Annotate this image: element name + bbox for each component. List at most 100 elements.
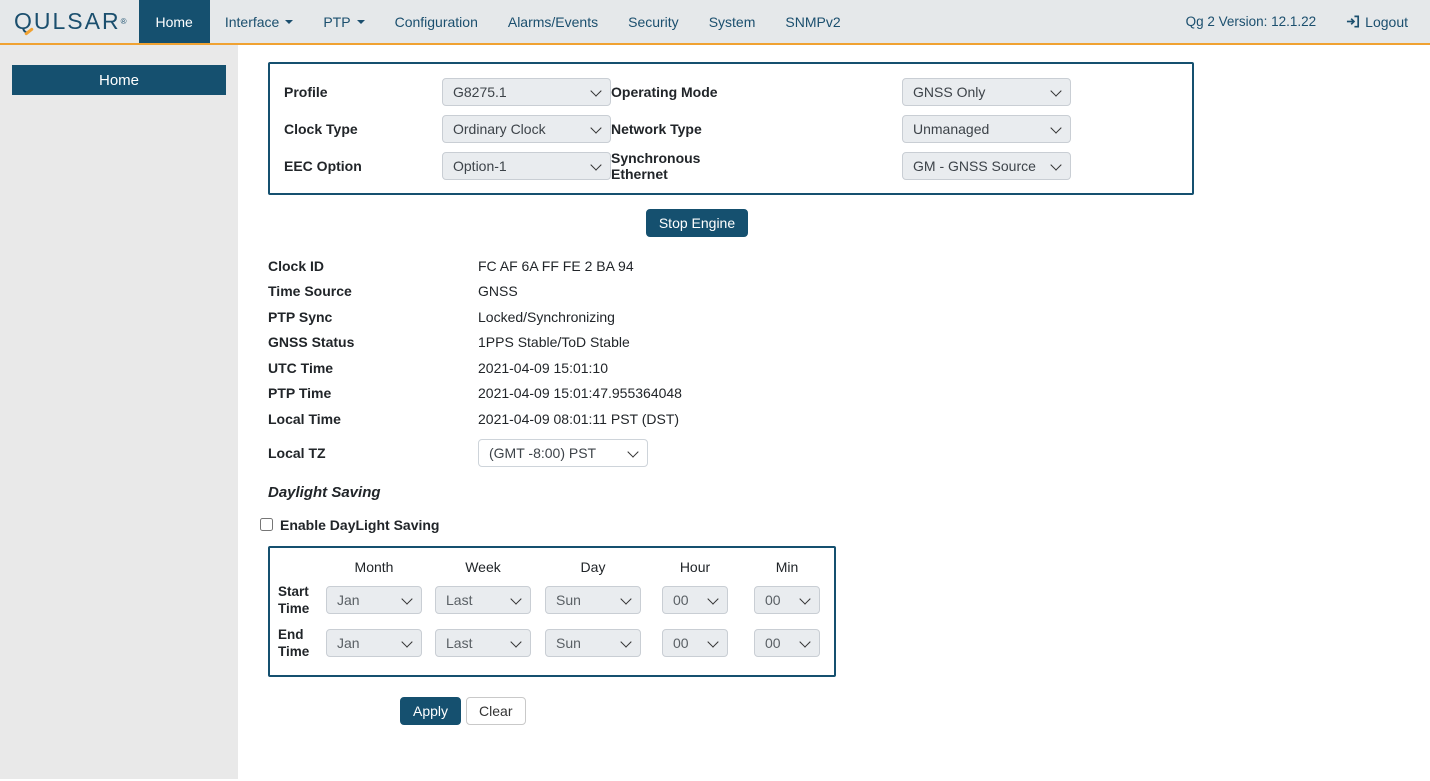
clock-id-label: Clock ID: [268, 258, 478, 274]
page-layout: Home Profile G8275.1 Operating Mode GNSS…: [0, 45, 1430, 779]
local-tz-label: Local TZ: [268, 445, 478, 461]
end-month-select[interactable]: Jan: [326, 629, 422, 657]
nav-item-ptp[interactable]: PTP: [308, 0, 379, 43]
local-time-value: 2021-04-09 08:01:11 PST (DST): [478, 411, 679, 427]
profile-select-wrap: G8275.1: [442, 78, 611, 106]
device-version-label: Qg 2 Version: 12.1.22: [1186, 14, 1317, 29]
network-type-select-wrap: Unmanaged: [902, 115, 1071, 143]
apply-button[interactable]: Apply: [400, 697, 461, 725]
gnss-status-value: 1PPS Stable/ToD Stable: [478, 334, 630, 350]
logout-button[interactable]: Logout: [1346, 14, 1408, 30]
nav-item-configuration[interactable]: Configuration: [380, 0, 493, 43]
profile-label: Profile: [284, 84, 442, 100]
nav-item-security[interactable]: Security: [613, 0, 694, 43]
logo-q-glyph: Q: [14, 8, 34, 35]
status-list: Clock ID FC AF 6A FF FE 2 BA 94 Time Sou…: [268, 253, 1430, 468]
sidebar: Home: [0, 45, 238, 779]
gnss-status-label: GNSS Status: [268, 334, 478, 350]
end-hour-select[interactable]: 00: [662, 629, 728, 657]
dst-header-row: Month Week Day Hour Min: [278, 555, 834, 579]
local-tz-select-wrap: (GMT -8:00) PST: [478, 439, 648, 467]
end-month-select-wrap: Jan: [326, 629, 422, 657]
sync-ethernet-label: Synchronous Ethernet: [611, 150, 731, 182]
end-min-select-wrap: 00: [754, 629, 820, 657]
logo-trademark: ®: [121, 17, 129, 26]
network-type-select[interactable]: Unmanaged: [902, 115, 1071, 143]
engine-config-box: Profile G8275.1 Operating Mode GNSS Only…: [268, 62, 1194, 195]
end-min-select[interactable]: 00: [754, 629, 820, 657]
start-month-select[interactable]: Jan: [326, 586, 422, 614]
chevron-down-icon: [285, 20, 293, 24]
end-time-label: EndTime: [278, 626, 326, 660]
nav-item-system[interactable]: System: [694, 0, 771, 43]
eec-option-select[interactable]: Option-1: [442, 152, 611, 180]
utc-time-label: UTC Time: [268, 360, 478, 376]
ptp-time-value: 2021-04-09 15:01:47.955364048: [478, 385, 682, 401]
logout-label: Logout: [1365, 14, 1408, 30]
start-hour-select[interactable]: 00: [662, 586, 728, 614]
status-row-clock-id: Clock ID FC AF 6A FF FE 2 BA 94: [268, 253, 1430, 279]
sidebar-item-home[interactable]: Home: [12, 65, 226, 95]
operating-mode-select-wrap: GNSS Only: [902, 78, 1071, 106]
start-min-select[interactable]: 00: [754, 586, 820, 614]
clock-type-label: Clock Type: [284, 121, 442, 137]
ptp-sync-value: Locked/Synchronizing: [478, 309, 615, 325]
dst-col-day: Day: [545, 559, 641, 575]
operating-mode-select[interactable]: GNSS Only: [902, 78, 1071, 106]
start-week-select-wrap: Last: [435, 586, 531, 614]
config-row: Clock Type Ordinary Clock Network Type U…: [284, 110, 1192, 147]
start-day-select[interactable]: Sun: [545, 586, 641, 614]
start-min-select-wrap: 00: [754, 586, 820, 614]
dst-config-box: Month Week Day Hour Min StartTime Jan La…: [268, 546, 836, 677]
status-row-utc-time: UTC Time 2021-04-09 15:01:10: [268, 355, 1430, 381]
dst-col-hour: Hour: [662, 559, 728, 575]
dst-col-min: Min: [754, 559, 820, 575]
main-content: Profile G8275.1 Operating Mode GNSS Only…: [238, 45, 1430, 779]
start-time-label: StartTime: [278, 583, 326, 617]
start-day-select-wrap: Sun: [545, 586, 641, 614]
chevron-down-icon: [357, 20, 365, 24]
config-row: Profile G8275.1 Operating Mode GNSS Only: [284, 73, 1192, 110]
end-hour-select-wrap: 00: [662, 629, 728, 657]
profile-select[interactable]: G8275.1: [442, 78, 611, 106]
nav-item-interface[interactable]: Interface: [210, 0, 308, 43]
enable-dst-row: Enable DayLight Saving: [260, 517, 1430, 533]
qulsar-logo: QULSAR®: [0, 0, 139, 43]
stop-engine-button[interactable]: Stop Engine: [646, 209, 748, 237]
clock-id-value: FC AF 6A FF FE 2 BA 94: [478, 258, 634, 274]
end-week-select-wrap: Last: [435, 629, 531, 657]
local-tz-select[interactable]: (GMT -8:00) PST: [478, 439, 648, 467]
navbar-right: Qg 2 Version: 12.1.22 Logout: [1186, 0, 1430, 43]
status-row-ptp-sync: PTP Sync Locked/Synchronizing: [268, 304, 1430, 330]
eec-option-select-wrap: Option-1: [442, 152, 611, 180]
logo-text: ULSAR: [34, 8, 121, 34]
stop-engine-row: Stop Engine: [268, 209, 1126, 237]
ptp-sync-label: PTP Sync: [268, 309, 478, 325]
ptp-time-label: PTP Time: [268, 385, 478, 401]
end-day-select-wrap: Sun: [545, 629, 641, 657]
status-row-gnss-status: GNSS Status 1PPS Stable/ToD Stable: [268, 330, 1430, 356]
time-source-label: Time Source: [268, 283, 478, 299]
status-row-time-source: Time Source GNSS: [268, 279, 1430, 305]
action-buttons-row: Apply Clear: [400, 697, 1430, 725]
nav-item-home[interactable]: Home: [139, 0, 210, 43]
start-hour-select-wrap: 00: [662, 586, 728, 614]
dst-start-row: StartTime Jan Last Sun 00 00: [278, 579, 834, 622]
config-row: EEC Option Option-1 Synchronous Ethernet…: [284, 147, 1192, 184]
clock-type-select[interactable]: Ordinary Clock: [442, 115, 611, 143]
sync-ethernet-select[interactable]: GM - GNSS Source: [902, 152, 1071, 180]
nav-item-alarms-events[interactable]: Alarms/Events: [493, 0, 613, 43]
operating-mode-label: Operating Mode: [611, 84, 731, 100]
clear-button[interactable]: Clear: [466, 697, 525, 725]
nav-menu: Home Interface PTP Configuration Alarms/…: [139, 0, 856, 43]
enable-dst-checkbox[interactable]: [260, 518, 273, 531]
end-day-select[interactable]: Sun: [545, 629, 641, 657]
eec-option-label: EEC Option: [284, 158, 442, 174]
local-tz-row: Local TZ (GMT -8:00) PST: [268, 439, 1430, 468]
end-week-select[interactable]: Last: [435, 629, 531, 657]
nav-item-snmpv2[interactable]: SNMPv2: [770, 0, 855, 43]
sync-ethernet-select-wrap: GM - GNSS Source: [902, 152, 1071, 180]
logout-icon: [1346, 14, 1361, 29]
dst-end-row: EndTime Jan Last Sun 00 00: [278, 622, 834, 665]
start-week-select[interactable]: Last: [435, 586, 531, 614]
